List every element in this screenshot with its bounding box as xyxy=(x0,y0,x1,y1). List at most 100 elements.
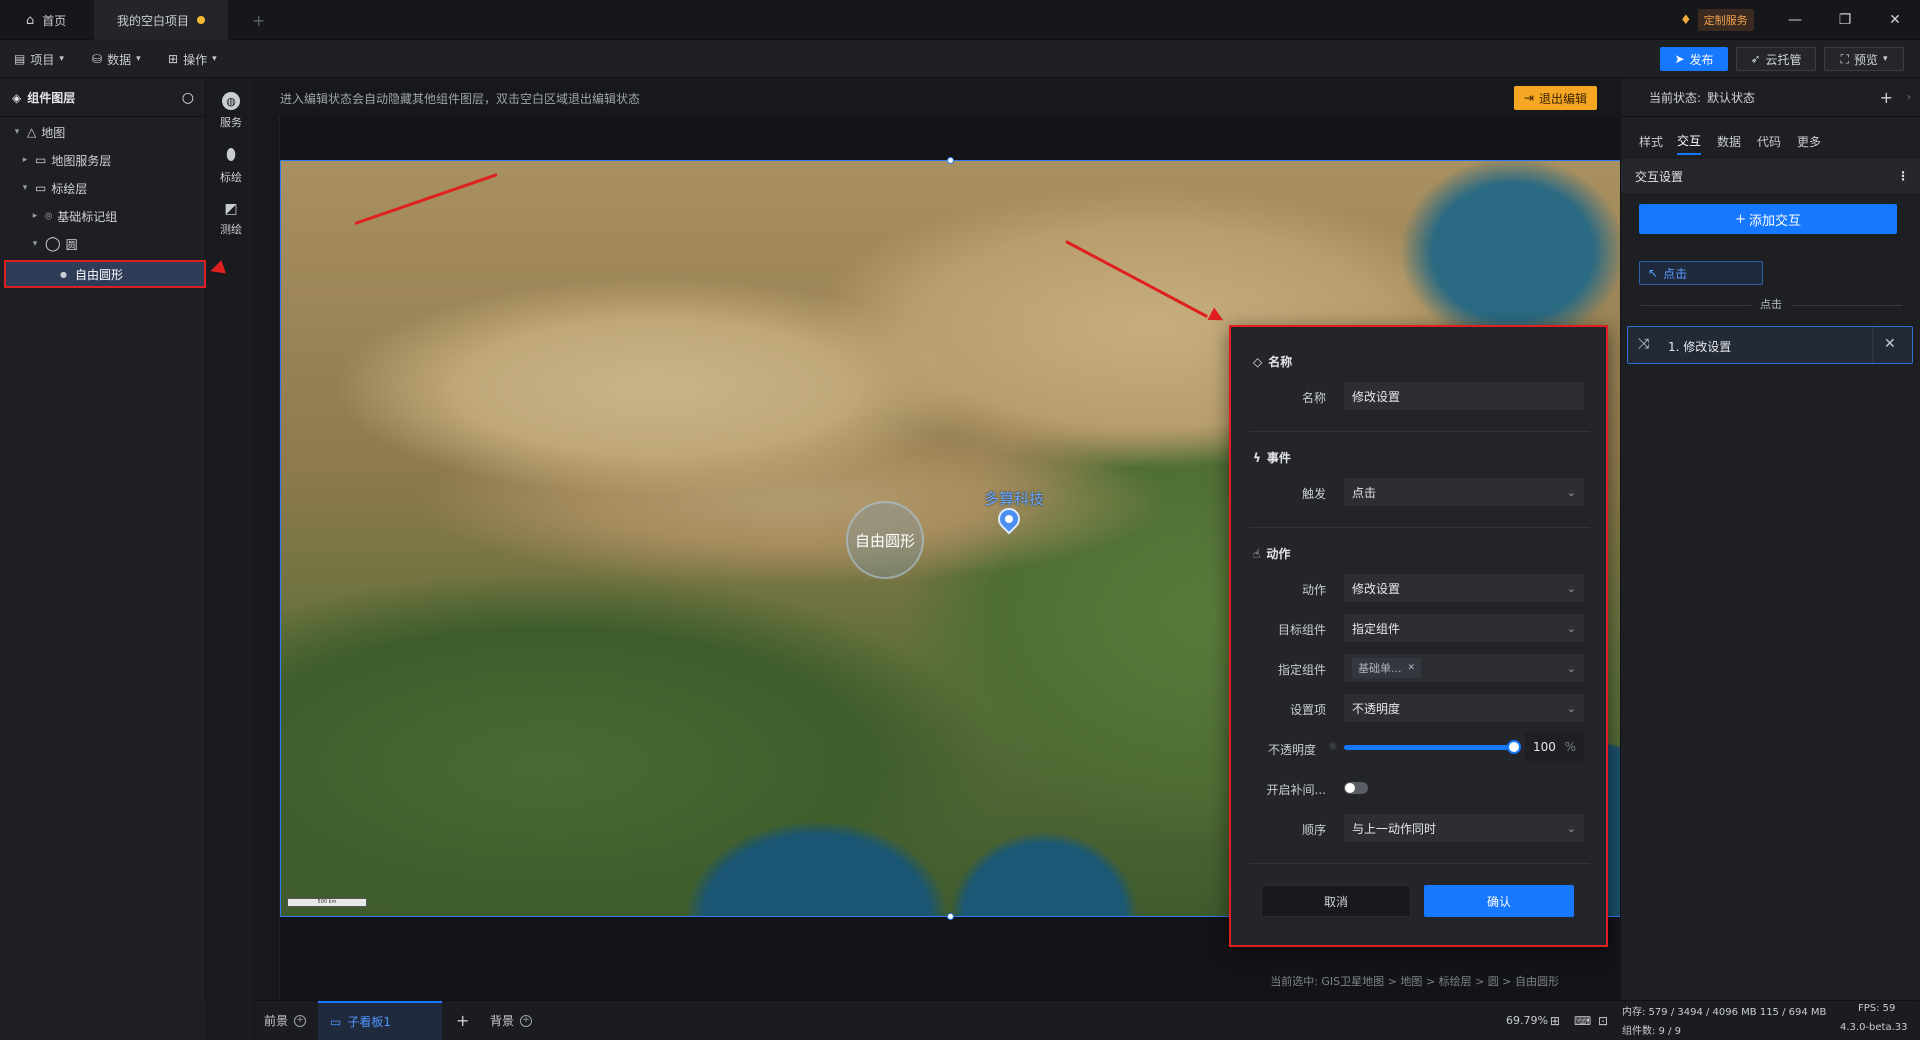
tree-item-free-circle[interactable]: ● 自由圆形 xyxy=(4,260,206,288)
add-board-icon[interactable]: + xyxy=(456,1001,469,1040)
close-icon[interactable]: ✕ xyxy=(1884,336,1896,352)
action-list-item[interactable]: ⤨ 1. 修改设置 ✕ xyxy=(1627,326,1913,364)
tree-item-map-service[interactable]: ▸ ▭ 地图服务层 xyxy=(20,149,112,171)
cancel-button[interactable]: 取消 xyxy=(1261,885,1411,917)
free-circle-shape[interactable]: 自由圆形 xyxy=(846,501,924,579)
confirm-button[interactable]: 确认 xyxy=(1424,885,1574,917)
new-tab-button[interactable]: + xyxy=(238,0,279,40)
resize-handle-bottom[interactable] xyxy=(947,913,954,920)
caret-down-icon[interactable]: ▾ xyxy=(12,127,22,137)
minimize-icon[interactable]: — xyxy=(1772,0,1818,40)
tween-field-label: 开启补间... xyxy=(1266,783,1326,797)
unsaved-dot-icon xyxy=(197,16,205,24)
add-state-icon[interactable]: + xyxy=(1880,88,1893,107)
exit-edit-button[interactable]: ⇥ 退出编辑 xyxy=(1513,86,1597,110)
exit-icon: ⇥ xyxy=(1523,91,1534,105)
keyboard-icon[interactable]: ⌨ xyxy=(1574,1001,1591,1040)
service-tool-button[interactable]: ◍ 服务 xyxy=(207,85,255,137)
action-select[interactable]: 修改设置 ⌄ xyxy=(1344,574,1584,602)
menu-data[interactable]: ⛁ 数据 ▾ xyxy=(92,40,141,78)
tab-interaction[interactable]: 交互 xyxy=(1677,127,1702,155)
tab-project[interactable]: 我的空白项目 xyxy=(94,0,228,40)
caret-down-icon[interactable]: ▾ xyxy=(20,183,30,193)
terminal-icon[interactable]: ⊡ xyxy=(1598,1001,1608,1040)
tab-more[interactable]: 更多 xyxy=(1797,127,1821,155)
circle-icon: ◯ xyxy=(45,236,61,252)
service-tool-label: 服务 xyxy=(220,116,242,129)
mark-tool-button[interactable]: ⬮ 标绘 xyxy=(207,139,255,191)
name-input-value: 修改设置 xyxy=(1352,389,1401,404)
trigger-select[interactable]: 点击 ⌄ xyxy=(1344,478,1584,506)
add-circle-icon[interactable]: + xyxy=(294,1014,307,1027)
tree-item-plot-layer[interactable]: ▾ ▭ 标绘层 xyxy=(20,177,88,199)
name-input[interactable]: 修改设置 xyxy=(1344,382,1584,410)
search-icon[interactable]: ○ xyxy=(182,90,194,106)
chevron-down-icon: ⌄ xyxy=(1566,485,1576,499)
plus-icon: + xyxy=(1735,211,1746,227)
edit-notice-text: 进入编辑状态会自动隐藏其他组件图层，双击空白区域退出编辑状态 xyxy=(280,91,641,106)
menu-project[interactable]: ▤ 项目 ▾ xyxy=(14,40,64,78)
cursor-click-icon: ↖ xyxy=(1648,266,1659,280)
tree-item-circle[interactable]: ▾ ◯ 圆 xyxy=(30,233,78,255)
background-tab[interactable]: 背景 + xyxy=(490,1001,533,1040)
more-vertical-icon[interactable]: ⋮ xyxy=(1897,169,1909,183)
opacity-slider-track[interactable] xyxy=(1344,745,1514,750)
chevron-right-icon[interactable]: › xyxy=(1907,92,1911,103)
name-section-title: ◇ 名称 xyxy=(1253,353,1292,370)
add-interaction-label: 添加交互 xyxy=(1748,213,1801,229)
state-value: 默认状态 xyxy=(1707,91,1756,105)
add-interaction-button[interactable]: + 添加交互 xyxy=(1639,204,1897,234)
caret-right-icon[interactable]: ▸ xyxy=(30,211,40,221)
event-section-title: ϟ 事件 xyxy=(1253,449,1291,466)
tab-home[interactable]: ⌂ 首页 xyxy=(12,0,80,40)
tree-item-marker-group[interactable]: ▸ ⌾ 基础标记组 xyxy=(30,205,117,227)
memory-readout: 内存: 579 / 3494 / 4096 MB 115 / 694 MB xyxy=(1622,1007,1827,1018)
tab-code[interactable]: 代码 xyxy=(1757,127,1781,155)
setting-field-label: 设置项 xyxy=(1289,703,1326,717)
click-event-chip[interactable]: ↖ 点击 xyxy=(1639,261,1763,285)
tab-home-label: 首页 xyxy=(42,13,67,28)
main-toolbar: ▤ 项目 ▾ ⛁ 数据 ▾ ⊞ 操作 ▾ ➤ 发布 ➶ 云托管 ⛶ 预览 ▾ xyxy=(0,40,1920,78)
action-select-value: 修改设置 xyxy=(1352,581,1401,596)
publish-button[interactable]: ➤ 发布 xyxy=(1660,47,1728,71)
foreground-label: 前景 xyxy=(264,1014,289,1028)
layer-panel-title: 组件图层 xyxy=(27,91,76,105)
caret-right-icon[interactable]: ▸ xyxy=(20,155,30,165)
caret-down-icon[interactable]: ▾ xyxy=(30,239,40,249)
component-count: 组件数: 9 / 9 xyxy=(1622,1026,1681,1037)
measure-tool-button[interactable]: ◩ 测绘 xyxy=(207,193,255,245)
add-circle-icon[interactable]: + xyxy=(520,1014,533,1027)
menu-ops-label: 操作 xyxy=(183,52,208,67)
custom-service-button[interactable]: ♦ 定制服务 xyxy=(1680,9,1754,31)
target-select[interactable]: 指定组件 ⌄ xyxy=(1344,614,1584,642)
component-tag[interactable]: 基础单... ✕ xyxy=(1352,658,1422,678)
zoom-level: 69.79% xyxy=(1506,1014,1548,1027)
tween-toggle[interactable] xyxy=(1344,782,1368,794)
lightning-icon: ϟ xyxy=(1253,450,1261,465)
tag-close-icon[interactable]: ✕ xyxy=(1408,663,1416,673)
cloud-button[interactable]: ➶ 云托管 xyxy=(1736,47,1816,71)
setting-select[interactable]: 不透明度 ⌄ xyxy=(1344,694,1584,722)
foreground-tab[interactable]: 前景 + xyxy=(264,1001,307,1040)
tree-item-map[interactable]: ▾ △ 地图 xyxy=(12,121,66,143)
menu-ops[interactable]: ⊞ 操作 ▾ xyxy=(168,40,217,78)
tab-data[interactable]: 数据 xyxy=(1717,127,1741,155)
tab-style[interactable]: 样式 xyxy=(1639,127,1663,155)
opacity-slider-handle[interactable] xyxy=(1507,740,1521,754)
specify-multiselect[interactable]: 基础单... ✕ ⌄ xyxy=(1344,654,1584,682)
sub-board-tab[interactable]: ▭ 子看板1 xyxy=(318,1001,442,1040)
restore-icon[interactable]: ❐ xyxy=(1822,0,1868,40)
chevron-down-icon: ▾ xyxy=(212,54,217,64)
resize-handle-top[interactable] xyxy=(947,157,954,164)
component-tag-label: 基础单... xyxy=(1358,662,1402,675)
opacity-input[interactable]: 100 % xyxy=(1525,733,1584,761)
fullscreen-icon: ⛶ xyxy=(1840,51,1849,66)
scale-bar: 500 km xyxy=(287,898,367,907)
globe-icon: ◍ xyxy=(222,92,240,110)
order-select[interactable]: 与上一动作同时 ⌄ xyxy=(1344,814,1584,842)
preview-button[interactable]: ⛶ 预览 ▾ xyxy=(1824,47,1904,71)
click-group-separator: 点击 xyxy=(1621,296,1920,312)
close-icon[interactable]: ✕ xyxy=(1872,0,1918,40)
fit-screen-icon[interactable]: ⊞ xyxy=(1550,1001,1560,1040)
sub-board-label: 子看板1 xyxy=(347,1015,391,1029)
